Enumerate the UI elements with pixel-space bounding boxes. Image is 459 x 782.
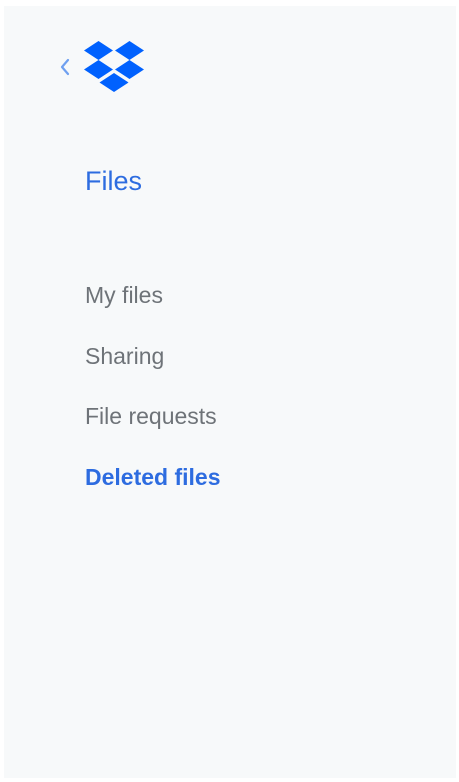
sidebar-item-sharing[interactable]: Sharing bbox=[85, 341, 221, 371]
sidebar-item-deleted-files[interactable]: Deleted files bbox=[85, 462, 221, 492]
sidebar: Files My files Sharing File requests Del… bbox=[4, 6, 456, 778]
sidebar-nav: My files Sharing File requests Deleted f… bbox=[85, 280, 221, 522]
chevron-left-icon[interactable] bbox=[58, 57, 72, 77]
sidebar-item-file-requests[interactable]: File requests bbox=[85, 401, 221, 431]
sidebar-item-my-files[interactable]: My files bbox=[85, 280, 221, 310]
section-title-files[interactable]: Files bbox=[85, 164, 142, 198]
dropbox-logo-icon[interactable] bbox=[83, 39, 145, 93]
